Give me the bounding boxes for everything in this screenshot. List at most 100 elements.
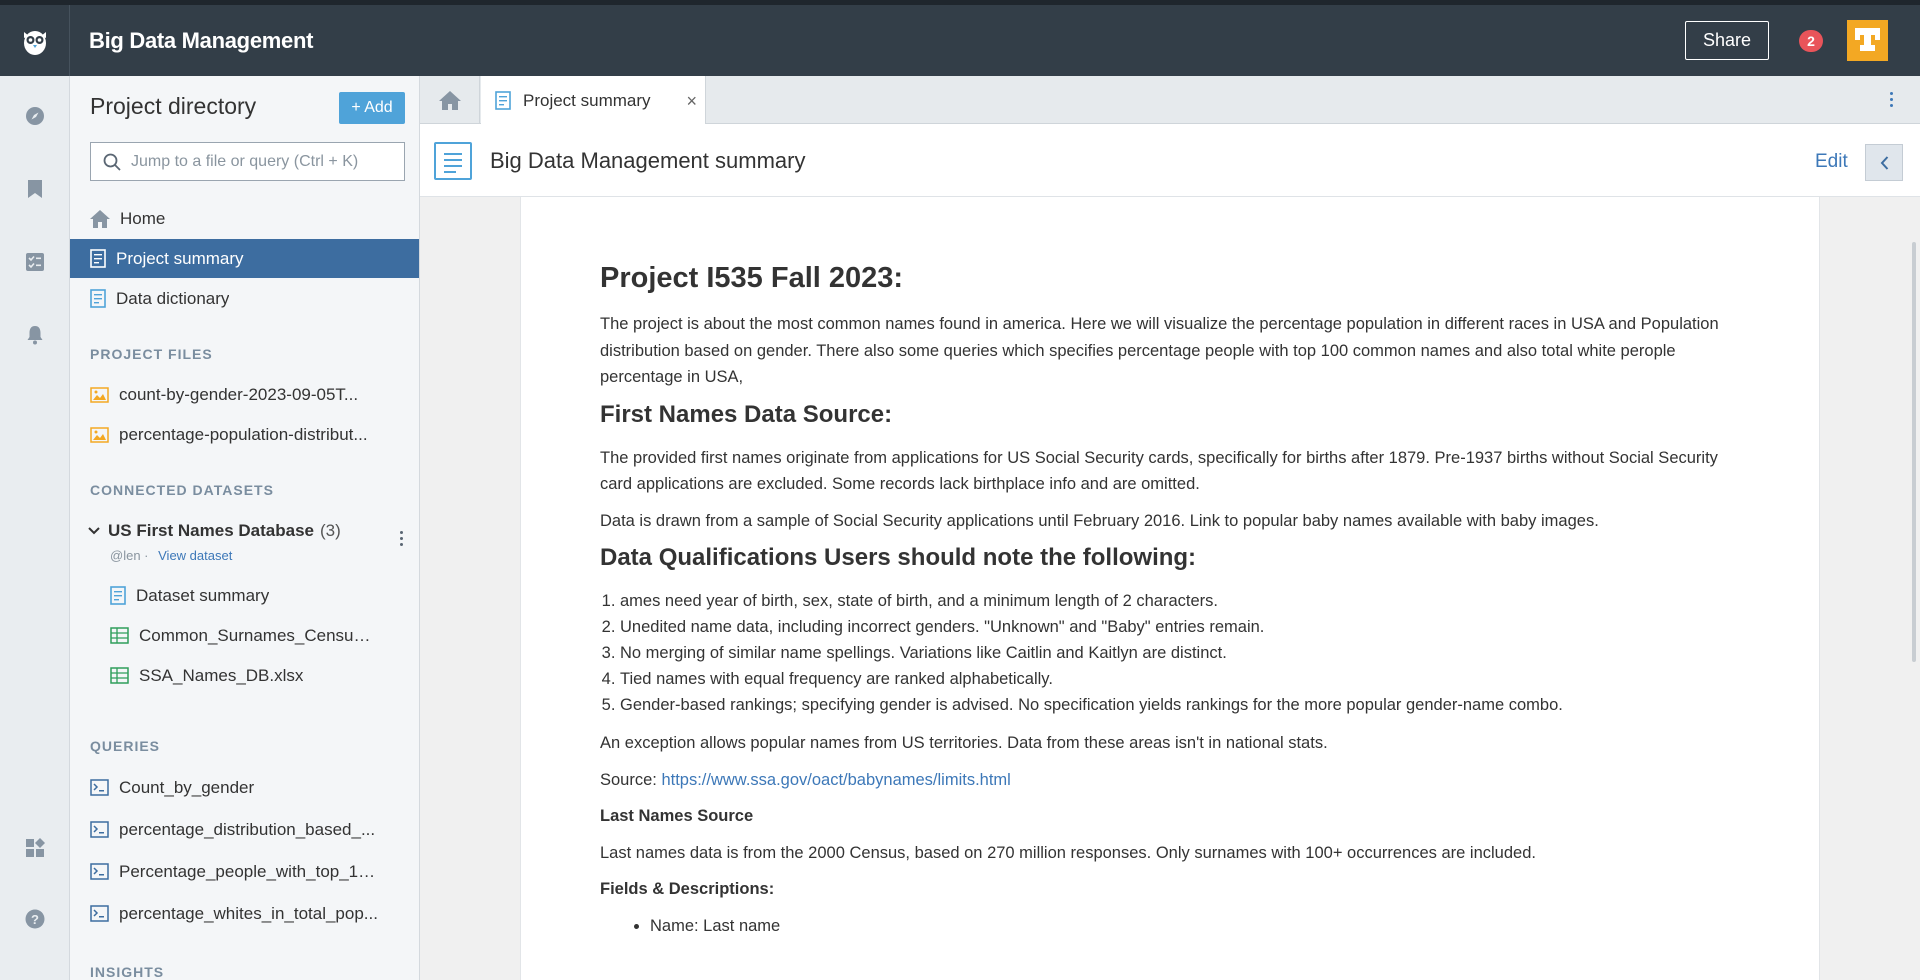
tasks-icon[interactable]: [25, 252, 45, 272]
dataset-meta: @len · View dataset: [110, 548, 232, 563]
chevron-down-icon[interactable]: [88, 527, 100, 535]
sidebar-item-label: Data dictionary: [116, 288, 230, 308]
sidebar-item-data-dictionary[interactable]: Data dictionary: [70, 279, 419, 318]
document-icon: [90, 249, 106, 268]
view-dataset-link[interactable]: View dataset: [158, 548, 232, 563]
sidebar-item-label: count-by-gender-2023-09-05T...: [119, 384, 359, 404]
home-icon: [438, 90, 461, 110]
edit-button[interactable]: Edit: [1815, 151, 1848, 173]
list-item: ames need year of birth, sex, state of b…: [620, 588, 1739, 614]
spreadsheet-icon: [110, 627, 129, 644]
doc-paragraph: The provided first names originate from …: [600, 448, 1718, 494]
notification-badge[interactable]: 2: [1799, 29, 1823, 52]
project-file-item[interactable]: percentage-population-distribut...: [70, 415, 419, 454]
search-box[interactable]: [90, 142, 405, 181]
fields-list: Name: Last name: [600, 913, 1739, 939]
sidebar-item-label: Count_by_gender: [119, 777, 255, 797]
list-item: No merging of similar name spellings. Va…: [620, 640, 1739, 666]
sidebar-item-label: Common_Surnames_Census_...: [139, 625, 377, 645]
dataset-owner: @len ·: [110, 548, 149, 563]
dataset-file-item[interactable]: Common_Surnames_Census_...: [70, 616, 419, 655]
dataset-menu-icon[interactable]: [400, 531, 404, 549]
doc-paragraph: An exception allows popular names from U…: [600, 734, 1328, 752]
query-item[interactable]: Count_by_gender: [70, 768, 419, 807]
query-icon: [90, 821, 109, 838]
sidebar-item-home[interactable]: Home: [70, 199, 419, 238]
tab-menu-icon[interactable]: [1890, 92, 1894, 110]
tab-home[interactable]: [420, 76, 480, 124]
app-title: Big Data Management: [89, 27, 314, 53]
sidebar-title: Project directory: [90, 93, 257, 119]
chevron-left-icon: [1880, 155, 1888, 170]
sidebar-item-label: Dataset summary: [136, 585, 270, 605]
doc-intro: The project is about the most common nam…: [600, 315, 1719, 386]
sidebar-item-project-summary[interactable]: Project summary: [70, 239, 419, 278]
sidebar-item-label: Percentage_people_with_top_10...: [119, 861, 381, 881]
list-item: Tied names with equal frequency are rank…: [620, 666, 1739, 692]
list-item: Gender-based rankings; specifying gender…: [620, 692, 1739, 718]
sidebar-item-label: SSA_Names_DB.xlsx: [139, 665, 304, 685]
sidebar-item-label: Project summary: [116, 248, 244, 268]
query-item[interactable]: percentage_distribution_based_...: [70, 810, 419, 849]
home-icon: [90, 209, 110, 228]
sidebar-item-label: Home: [120, 208, 166, 228]
search-icon: [103, 153, 121, 171]
icon-rail: ?: [0, 76, 70, 980]
dataset-file-item[interactable]: SSA_Names_DB.xlsx: [70, 656, 419, 695]
document-header: Big Data Management summary Edit: [420, 124, 1920, 197]
document-content: Project I535 Fall 2023: The project is a…: [420, 197, 1920, 980]
project-directory-sidebar: Project directory + Add Home Project sum…: [70, 76, 420, 980]
image-file-icon: [90, 426, 109, 443]
search-input[interactable]: [131, 152, 391, 171]
doc-bold-heading: Last Names Source: [600, 807, 754, 825]
connected-datasets-heading: CONNECTED DATASETS: [90, 482, 274, 498]
bookmark-icon[interactable]: [25, 179, 45, 199]
dataset-file-item[interactable]: Dataset summary: [70, 576, 419, 615]
query-icon: [90, 863, 109, 880]
close-icon[interactable]: ×: [686, 91, 697, 112]
bell-icon[interactable]: [25, 325, 45, 345]
document-paper: Project I535 Fall 2023: The project is a…: [520, 197, 1820, 980]
query-icon: [90, 779, 109, 796]
sidebar-item-label: percentage_whites_in_total_pop...: [119, 903, 378, 923]
top-bar: Big Data Management Share 2: [0, 0, 1920, 76]
queries-heading: QUERIES: [90, 738, 161, 754]
tab-project-summary[interactable]: Project summary ×: [481, 76, 706, 125]
tab-bar: Project summary ×: [420, 76, 1920, 125]
source-line: Source: https://www.ssa.gov/oact/babynam…: [600, 767, 1739, 794]
qualifications-list: ames need year of birth, sex, state of b…: [600, 588, 1739, 718]
document-icon: [495, 91, 511, 110]
query-item[interactable]: percentage_whites_in_total_pop...: [70, 894, 419, 933]
apps-icon[interactable]: [25, 838, 45, 858]
source-prefix: Source:: [600, 770, 662, 789]
compass-icon[interactable]: [25, 106, 45, 126]
dataset-title[interactable]: US First Names Database (3): [88, 521, 341, 541]
insights-heading: INSIGHTS: [90, 964, 165, 980]
collapse-panel-button[interactable]: [1865, 144, 1903, 181]
document-icon: [90, 289, 106, 308]
add-button[interactable]: + Add: [339, 92, 405, 124]
document-icon: [434, 142, 472, 180]
share-button[interactable]: Share: [1684, 21, 1769, 60]
sidebar-item-label: percentage_distribution_based_...: [119, 819, 376, 839]
query-item[interactable]: Percentage_people_with_top_10...: [70, 852, 419, 891]
doc-heading: Project I535 Fall 2023:: [600, 262, 904, 294]
avatar[interactable]: [1847, 20, 1888, 61]
doc-subheading: Data Qualifications Users should note th…: [600, 544, 1197, 571]
doc-paragraph: Data is drawn from a sample of Social Se…: [600, 511, 1599, 530]
svg-text:?: ?: [31, 912, 39, 927]
list-item: Name: Last name: [650, 913, 1739, 939]
doc-bold-heading: Fields & Descriptions:: [600, 880, 775, 898]
page-title: Big Data Management summary: [490, 148, 806, 173]
dataset-name[interactable]: US First Names Database: [108, 521, 314, 541]
project-files-heading: PROJECT FILES: [90, 346, 213, 362]
owl-logo-icon[interactable]: [0, 5, 70, 76]
list-item: Unedited name data, including incorrect …: [620, 614, 1739, 640]
doc-paragraph: Last names data is from the 2000 Census,…: [600, 843, 1536, 862]
scrollbar[interactable]: [1912, 242, 1916, 662]
tab-label: Project summary: [523, 90, 651, 110]
project-file-item[interactable]: count-by-gender-2023-09-05T...: [70, 375, 419, 414]
dataset-count: (3): [319, 521, 341, 540]
source-link[interactable]: https://www.ssa.gov/oact/babynames/limit…: [661, 771, 1010, 789]
help-icon[interactable]: ?: [25, 909, 45, 929]
